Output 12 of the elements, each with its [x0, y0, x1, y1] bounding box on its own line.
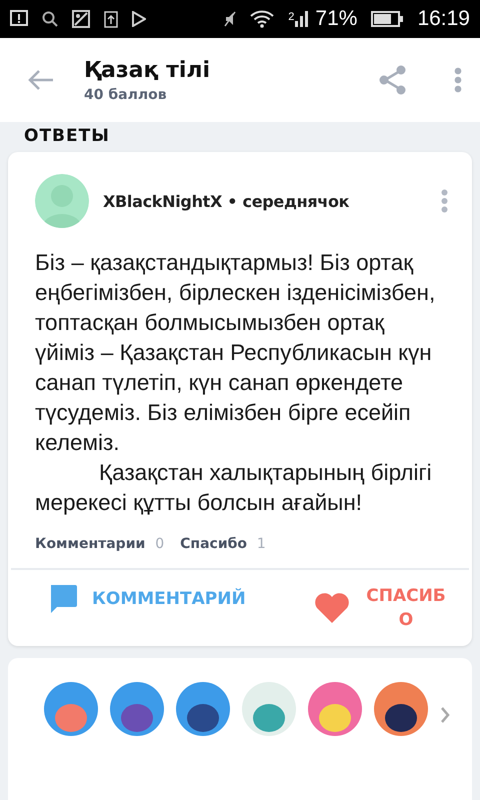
points-label: 40 баллов	[84, 86, 168, 102]
author-name[interactable]: XBlackNightX • середнячок	[103, 192, 427, 210]
thanks-button[interactable]: СПАСИБО	[314, 584, 448, 632]
answer-text: Біз – қазақстандықтармыз! Біз ортақ еңбегімізбен, бірлескен ізденісімізбен, топтасқан болмысымызбен ортақ үйіміз – Қазақстан Республикасын күн санап түлетіп, күн санап өркендете түсудеміз. Біз елімізбен бірге есейіп келеміз. Қазақстан халықтарының бірлігі мерекесі құтты болсын ағайын!	[34, 249, 436, 517]
clock: 16:19	[417, 7, 470, 31]
page-title: Қазақ тілі	[84, 58, 212, 82]
stat-label: Комментарии 0	[35, 536, 164, 552]
comment-button[interactable]: КОММЕНТАРИЙ	[48, 584, 246, 614]
sim-number: 2	[288, 11, 294, 23]
section-title: ОТВЕТЫ	[24, 126, 110, 146]
battery-percent: 71%	[315, 7, 358, 31]
stat-label: Спасибо 1	[180, 536, 266, 552]
